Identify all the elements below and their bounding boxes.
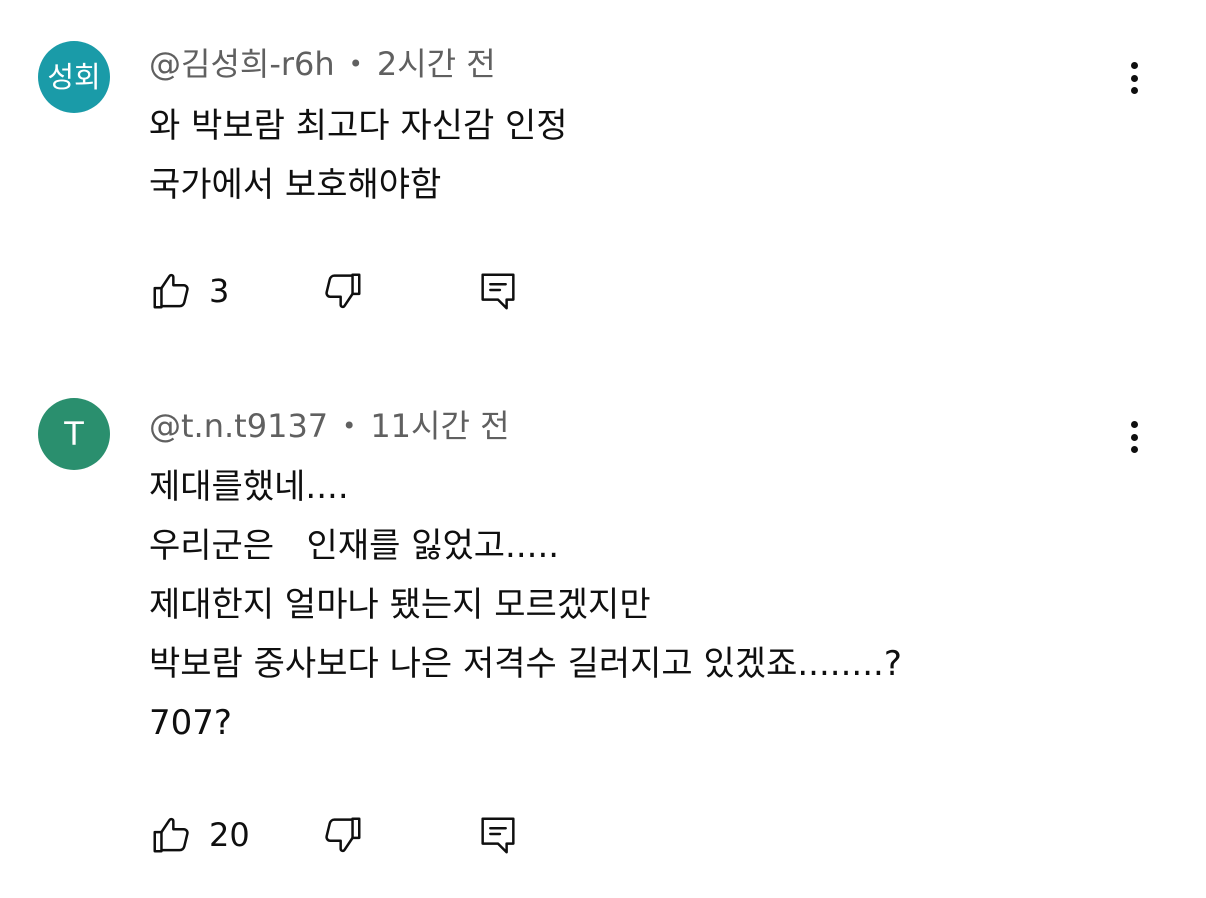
more-vert-icon-dot [1130, 74, 1138, 82]
like-count: 3 [209, 272, 230, 310]
comment-actions: 3 [149, 267, 549, 315]
comment-line: 와 박보람 최고다 자신감 인정 [149, 106, 568, 146]
comment-line: 박보람 중사보다 나은 저격수 길러지고 있겠죠........? [149, 644, 902, 684]
separator-dot: • [348, 50, 363, 78]
author-name[interactable]: @t.n.t9137 [149, 410, 328, 442]
more-vert-icon-dot [1130, 87, 1138, 94]
avatar[interactable]: T [38, 398, 110, 470]
reply-button[interactable] [475, 811, 521, 859]
comment-line: 707? [149, 703, 232, 743]
comment-time[interactable]: 11시간 전 [370, 410, 509, 442]
comment-time[interactable]: 2시간 전 [377, 48, 496, 80]
comment-item: T @t.n.t9137 • 11시간 전 제대를했네.... 우리군은 인재를… [0, 390, 1206, 890]
like-button[interactable]: 3 [149, 267, 229, 315]
comment-line: 제대한지 얼마나 됐는지 모르겠지만 [149, 585, 651, 625]
comment-line: 우리군은 인재를 잃었고..... [149, 526, 560, 566]
more-options-button[interactable] [1124, 58, 1144, 98]
author-name[interactable]: @김성희-r6h [149, 48, 335, 80]
like-count: 20 [209, 816, 250, 854]
like-button[interactable]: 20 [149, 811, 250, 859]
thumbs-down-icon [325, 273, 361, 309]
comment-actions: 20 [149, 811, 549, 859]
comment-line: 제대를했네.... [149, 467, 349, 507]
separator-dot: • [342, 412, 357, 440]
thumbs-up-icon [153, 273, 189, 309]
comment-meta: @t.n.t9137 • 11시간 전 [149, 410, 510, 442]
reply-icon [481, 273, 515, 310]
comment-meta: @김성희-r6h • 2시간 전 [149, 48, 496, 80]
avatar-initials: T [64, 415, 84, 453]
more-options-button[interactable] [1124, 417, 1144, 457]
reply-button[interactable] [475, 267, 521, 315]
thumbs-up-icon [153, 817, 189, 853]
thumbs-down-icon [325, 817, 361, 853]
dislike-button[interactable] [319, 811, 365, 859]
avatar-initials: 성회 [47, 59, 101, 94]
more-vert-icon [1130, 421, 1138, 428]
dislike-button[interactable] [319, 267, 365, 315]
more-vert-icon-dot [1130, 446, 1138, 453]
avatar[interactable]: 성회 [38, 41, 110, 113]
more-vert-icon [1130, 62, 1138, 69]
more-vert-icon-dot [1130, 433, 1138, 441]
comment-text: 제대를했네.... 우리군은 인재를 잃었고..... 제대한지 얼마나 됐는지… [149, 458, 902, 753]
comment-item: 성회 @김성희-r6h • 2시간 전 와 박보람 최고다 자신감 인정 국가에… [0, 0, 1206, 360]
comment-line: 국가에서 보호해야함 [149, 165, 442, 205]
reply-icon [481, 817, 515, 854]
comment-text: 와 박보람 최고다 자신감 인정 국가에서 보호해야함 [149, 97, 568, 215]
